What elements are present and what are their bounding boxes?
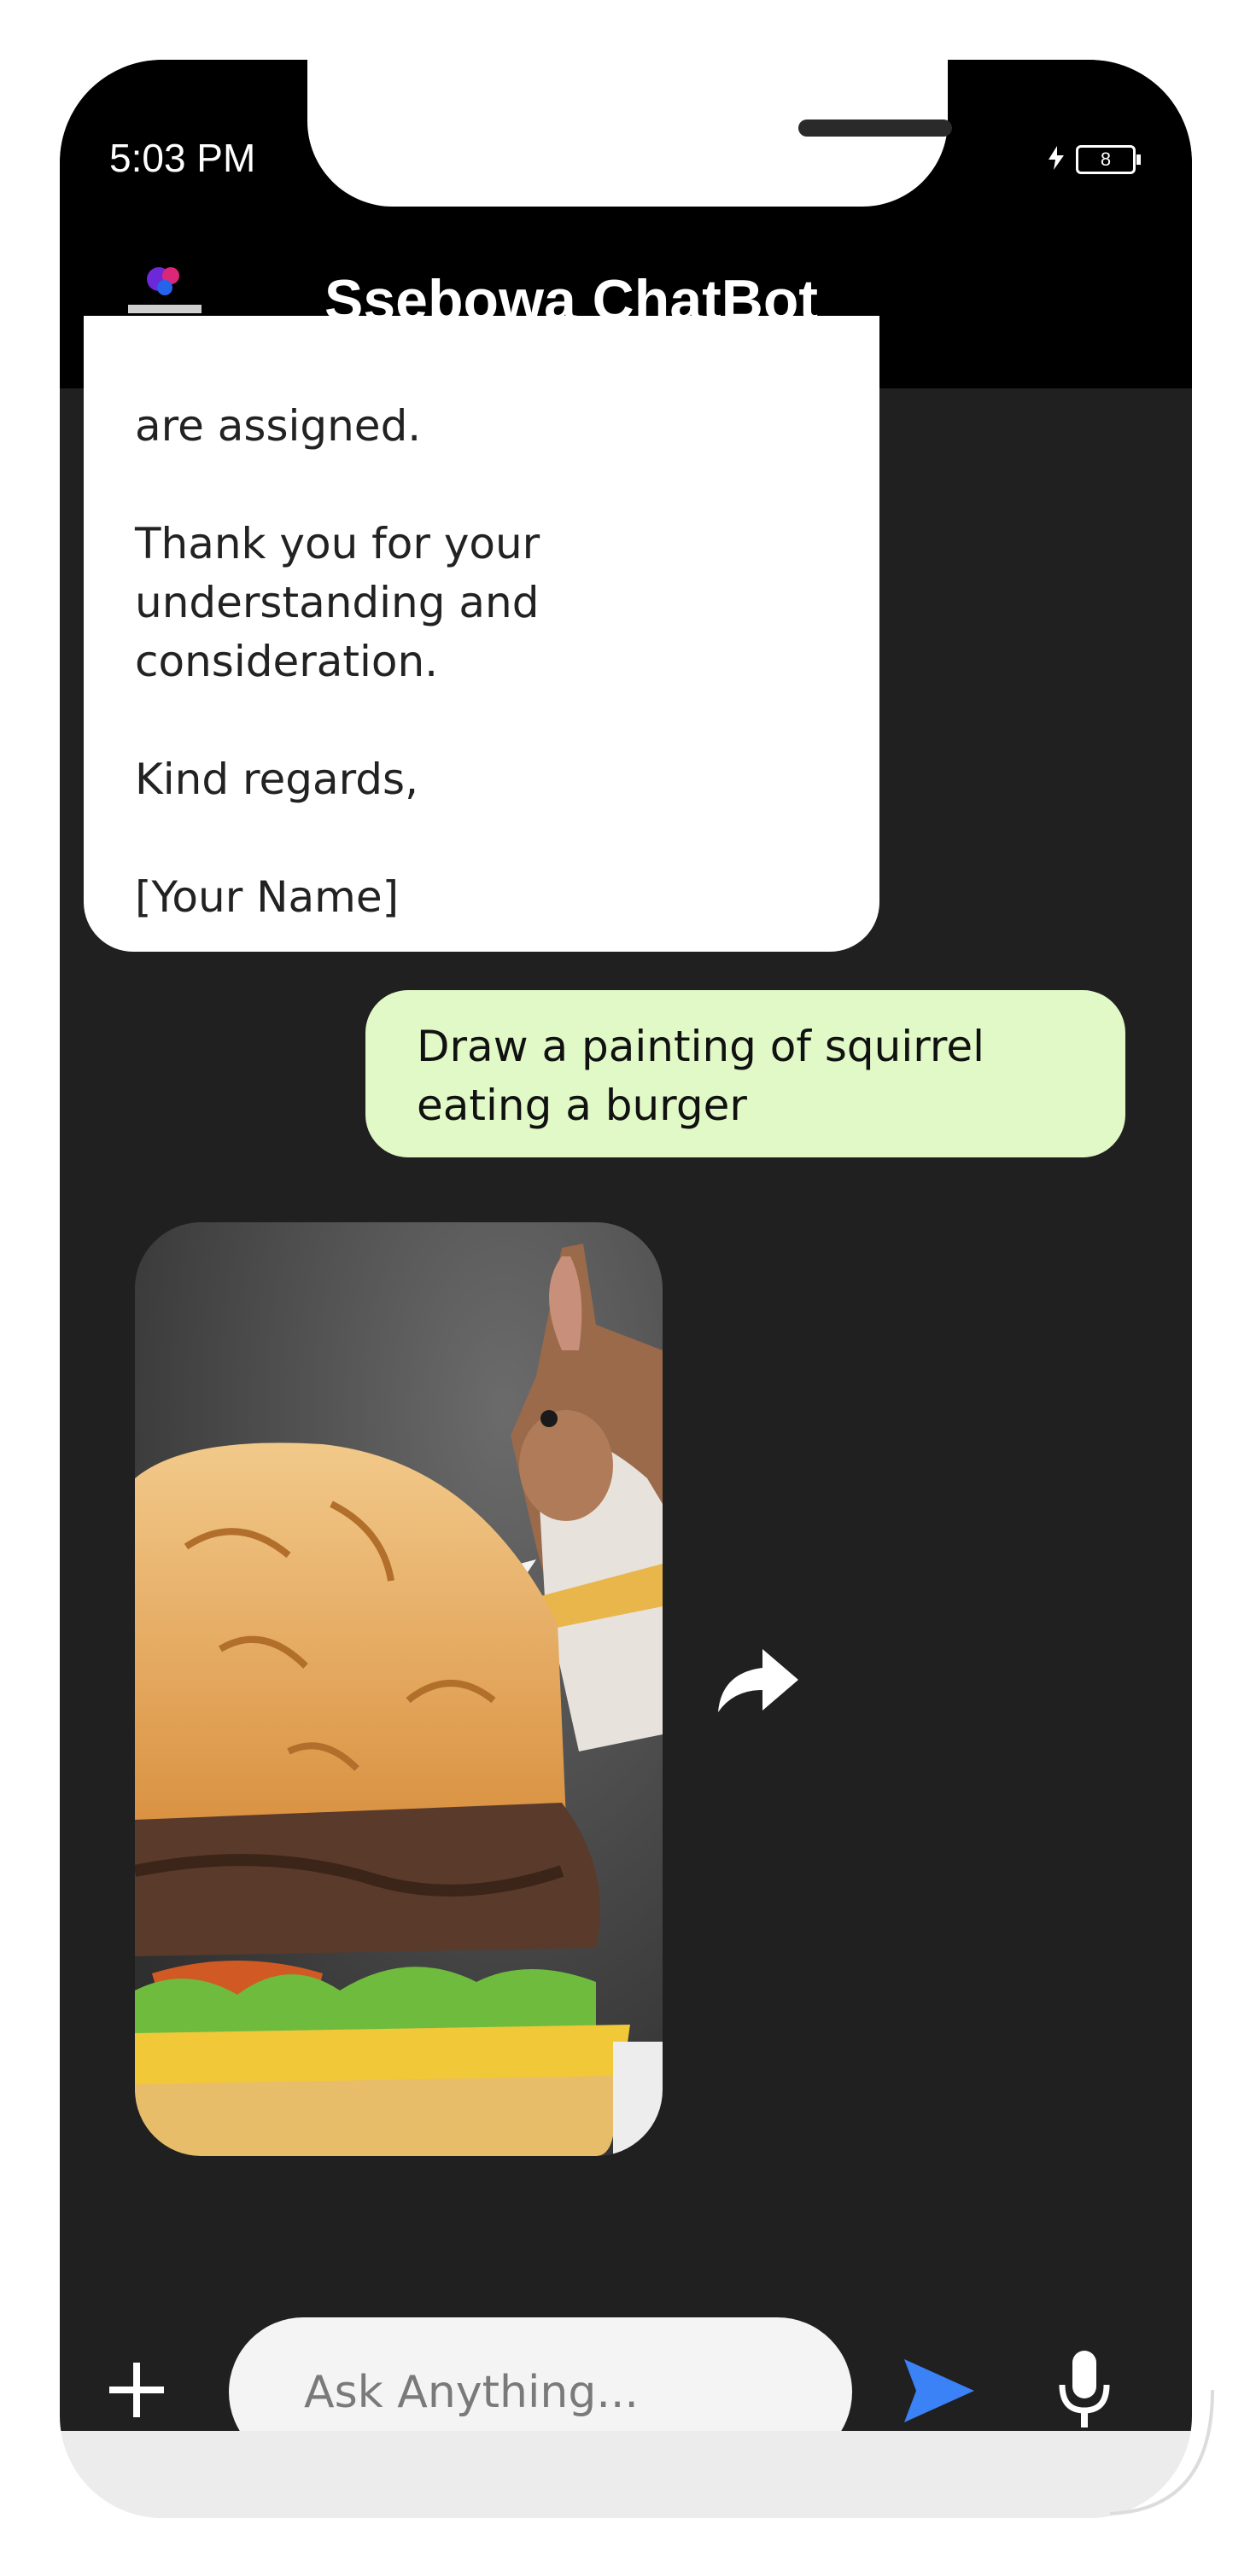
app-screen: 5:03 PM 8 Ssebowa ChatBot are assigned. … bbox=[60, 60, 1192, 2431]
microphone-icon[interactable] bbox=[1050, 2347, 1119, 2431]
bot-paragraph: Thank you for your understanding and con… bbox=[135, 519, 540, 686]
status-time: 5:03 PM bbox=[109, 136, 256, 180]
generated-image[interactable] bbox=[135, 1222, 663, 2156]
battery-level: 8 bbox=[1100, 149, 1112, 170]
share-icon[interactable] bbox=[713, 1639, 807, 1724]
bot-paragraph: [Your Name] bbox=[135, 872, 400, 922]
user-message-bubble: Draw a painting of squirrel eating a bur… bbox=[365, 990, 1125, 1157]
notch bbox=[307, 60, 952, 207]
speaker bbox=[798, 119, 952, 137]
bot-paragraph: Kind regards, bbox=[135, 755, 418, 804]
charge-icon bbox=[1049, 146, 1064, 170]
ask-input[interactable] bbox=[229, 2317, 852, 2431]
user-message-text: Draw a painting of squirrel eating a bur… bbox=[417, 1022, 985, 1130]
send-icon[interactable] bbox=[901, 2356, 978, 2426]
bot-paragraph: are assigned. bbox=[135, 401, 422, 451]
bottom-bar bbox=[60, 2431, 1192, 2518]
phone-frame: 5:03 PM 8 Ssebowa ChatBot are assigned. … bbox=[60, 60, 1192, 2518]
bot-message-bubble: are assigned. Thank you for your underst… bbox=[84, 316, 879, 952]
squirrel-burger-painting bbox=[135, 1222, 663, 2156]
plus-icon[interactable] bbox=[102, 2356, 171, 2424]
battery-icon: 8 bbox=[1076, 145, 1141, 174]
bot-message-text: are assigned. Thank you for your underst… bbox=[135, 397, 830, 927]
